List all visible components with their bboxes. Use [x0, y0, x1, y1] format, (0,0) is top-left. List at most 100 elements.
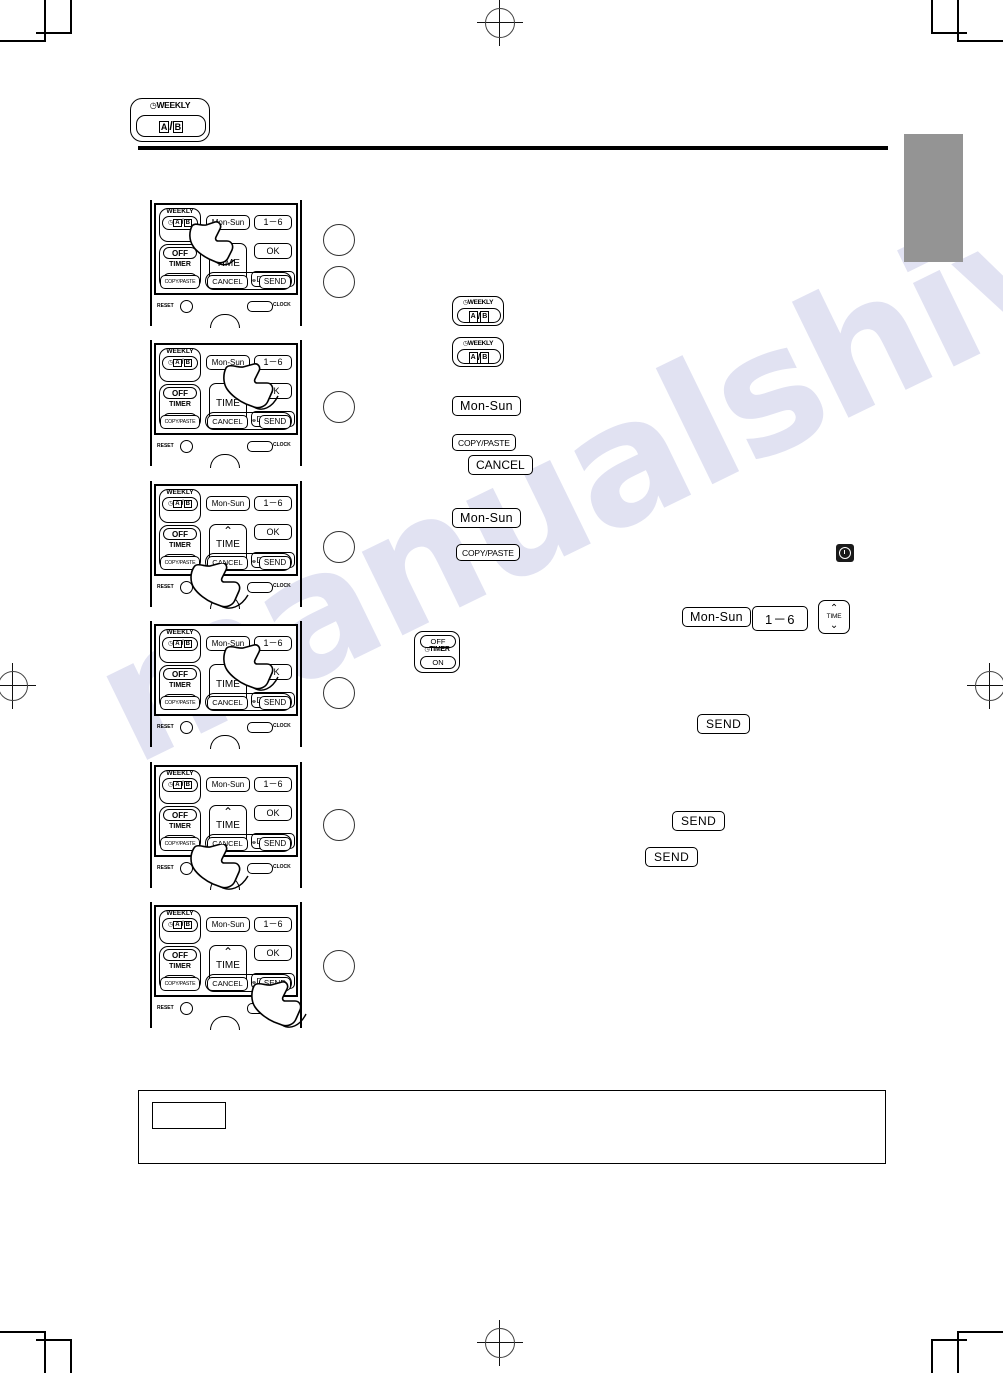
remote-label-reset: RESET: [157, 865, 174, 871]
crop-mark-br-v: [957, 1331, 959, 1373]
registration-mark-top: [477, 0, 523, 46]
remote-label-weekly: WEEKLY: [166, 629, 194, 636]
remote-reset-hole: [180, 721, 193, 734]
header-rule: [138, 146, 888, 150]
header-ab-label: A / B: [136, 115, 206, 137]
remote-key-off: OFF: [163, 528, 197, 540]
inline-ref-weekly-ab-2: ◷WEEKLY A / B: [452, 337, 504, 367]
remote-label-reset: RESET: [157, 443, 174, 449]
remote-label-reset: RESET: [157, 1005, 174, 1011]
time-up-arrow: ⌃: [222, 243, 234, 257]
remote-key-1-6: 1－6: [254, 355, 292, 370]
time-up-arrow: ⌃: [222, 524, 234, 538]
clock-icon: [836, 544, 854, 562]
inline-ref-weekly-ab-1: ◷WEEKLY A / B: [452, 296, 504, 326]
time-up-arrow: ⌃: [222, 664, 234, 678]
step-number-circle: [323, 677, 355, 709]
remote-clock-button: [247, 441, 273, 452]
remote-key-ok: OK: [254, 383, 292, 399]
remote-reset-hole: [180, 862, 193, 875]
inline-ref-send-2: SEND: [672, 811, 726, 831]
time-up-arrow: ⌃: [222, 805, 234, 819]
note-box-caption: [152, 1102, 226, 1129]
remote-illustration-step-6: ◷A/B WEEKLY OFF TIMER ON Mon-Sun 1－6 ⌃ T…: [140, 902, 312, 1030]
remote-clock-button: [247, 722, 273, 733]
remote-key-send: SEND: [259, 977, 291, 991]
crop-mark-tr-v: [957, 0, 959, 42]
remote-key-send: SEND: [259, 275, 291, 289]
remote-reset-hole: [180, 581, 193, 594]
remote-key-ok: OK: [254, 805, 292, 821]
inline-ref-time: ⌃ TIME ⌄: [818, 600, 850, 634]
remote-label-weekly: WEEKLY: [166, 208, 194, 215]
remote-key-cancel: CANCEL: [207, 837, 248, 851]
remote-key-copy-paste: COPY/PASTE: [160, 696, 200, 710]
remote-key-weekly-ab: ◷ A / B: [162, 356, 198, 370]
timer-label: ◷TIMER: [424, 646, 450, 653]
crop-mark-bl-h: [0, 1331, 46, 1333]
remote-key-1-6: 1－6: [254, 215, 292, 230]
header-weekly-label: ◷WEEKLY: [149, 100, 191, 111]
remote-key-mon-sun: Mon-Sun: [206, 636, 250, 651]
inline-ref-copy-paste-1: COPY/PASTE: [452, 434, 516, 451]
remote-label-reset: RESET: [157, 724, 174, 730]
remote-key-mon-sun: Mon-Sun: [206, 355, 250, 370]
remote-key-weekly-ab: ◷ A / B: [162, 637, 198, 651]
remote-illustration-step-2: ◷A/B WEEKLY OFF TIMER ON Mon-Sun 1－6 ⌃ T…: [140, 340, 312, 468]
crop-mark-tr-h2: [931, 32, 967, 34]
remote-label-weekly: WEEKLY: [166, 770, 194, 777]
remote-key-weekly-ab: ◷ A / B: [162, 778, 198, 792]
remote-label-timer: TIMER: [169, 542, 191, 549]
remote-key-send: SEND: [259, 556, 291, 570]
remote-key-ok: OK: [254, 945, 292, 961]
time-up-arrow: ⌃: [222, 945, 234, 959]
remote-clock-button: [247, 863, 273, 874]
remote-key-1-6: 1－6: [254, 777, 292, 792]
remote-key-mon-sun: Mon-Sun: [206, 496, 250, 511]
remote-key-off: OFF: [163, 949, 197, 961]
remote-key-cancel: CANCEL: [207, 556, 248, 570]
crop-mark-tl-h2: [36, 32, 72, 34]
remote-key-1-6: 1－6: [254, 636, 292, 651]
inline-ref-mon-sun-3: Mon-Sun: [682, 607, 751, 627]
on-label: ON: [420, 656, 456, 669]
remote-label-weekly: WEEKLY: [166, 348, 194, 355]
remote-key-mon-sun: Mon-Sun: [206, 215, 250, 230]
inline-ref-1-6: 1－6: [752, 606, 809, 631]
crop-mark-br-v2: [931, 1339, 933, 1373]
header-weekly-ab-key: ◷WEEKLY A / B: [130, 98, 210, 142]
remote-label-timer: TIMER: [169, 401, 191, 408]
remote-label-clock: CLOCK: [273, 864, 291, 870]
inline-ref-copy-paste-2: COPY/PASTE: [456, 544, 520, 561]
remote-key-1-6: 1－6: [254, 917, 292, 932]
remote-illustration-step-4: ◷A/B WEEKLY OFF TIMER ON Mon-Sun 1－6 ⌃ T…: [140, 621, 312, 749]
remote-key-cancel: CANCEL: [207, 696, 248, 710]
step-number-circle: [323, 391, 355, 423]
remote-key-send: SEND: [259, 837, 291, 851]
remote-label-weekly: WEEKLY: [166, 489, 194, 496]
remote-label-timer: TIMER: [169, 823, 191, 830]
inline-ref-off-timer-on: OFF ◷TIMER ON: [414, 631, 460, 673]
crop-mark-tl-h: [0, 40, 46, 42]
remote-key-copy-paste: COPY/PASTE: [160, 977, 200, 991]
remote-label-reset: RESET: [157, 303, 174, 309]
remote-label-clock: CLOCK: [273, 442, 291, 448]
remote-key-weekly-ab: ◷ A / B: [162, 497, 198, 511]
remote-clock-button: [247, 1003, 273, 1014]
remote-label-clock: CLOCK: [273, 723, 291, 729]
remote-key-1-6: 1－6: [254, 496, 292, 511]
remote-key-ok: OK: [254, 524, 292, 540]
remote-key-off: OFF: [163, 809, 197, 821]
remote-key-ok: OK: [254, 664, 292, 680]
registration-mark-right: [967, 663, 1003, 709]
remote-key-mon-sun: Mon-Sun: [206, 777, 250, 792]
crop-mark-tl-v2: [70, 0, 72, 34]
remote-key-copy-paste: COPY/PASTE: [160, 837, 200, 851]
remote-key-off: OFF: [163, 387, 197, 399]
remote-label-reset: RESET: [157, 584, 174, 590]
remote-key-send: SEND: [259, 696, 291, 710]
remote-key-copy-paste: COPY/PASTE: [160, 556, 200, 570]
registration-mark-left: [0, 663, 36, 709]
inline-ref-send-1: SEND: [697, 714, 751, 734]
time-up-arrow: ⌃: [829, 603, 839, 614]
